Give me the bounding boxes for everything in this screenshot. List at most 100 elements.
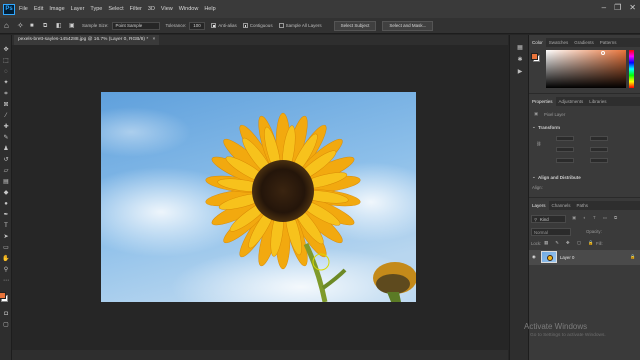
brush-settings-icon[interactable]: ✱: [516, 57, 524, 64]
menu-filter[interactable]: Filter: [130, 6, 142, 12]
frame-icon[interactable]: ⊠: [2, 102, 10, 109]
blend-mode-select[interactable]: Normal: [531, 228, 571, 236]
pen-icon[interactable]: ✒: [2, 212, 10, 219]
color-field[interactable]: [546, 50, 626, 88]
color-picker-handle-icon[interactable]: [601, 51, 605, 55]
document-canvas-image[interactable]: [101, 92, 416, 302]
quick-mask-icon[interactable]: ◘: [2, 311, 10, 318]
screen-mode-icon[interactable]: ▢: [2, 322, 10, 329]
crop-icon[interactable]: ⌗: [2, 91, 10, 98]
contiguous-label: Contiguous: [249, 23, 273, 28]
healing-brush-icon[interactable]: ✚: [2, 124, 10, 131]
visibility-eye-icon[interactable]: ◉: [532, 254, 536, 260]
menu-view[interactable]: View: [161, 6, 173, 12]
close-document-icon[interactable]: ×: [153, 37, 156, 42]
tab-channels[interactable]: Channels: [549, 201, 574, 210]
zoom-icon[interactable]: ⚲: [2, 267, 10, 274]
status-bar: [12, 350, 508, 360]
home-icon[interactable]: ⌂: [4, 21, 12, 30]
blur-icon[interactable]: ◆: [2, 190, 10, 197]
add-to-selection-icon[interactable]: ⧉: [43, 22, 51, 30]
transform-y-field[interactable]: [590, 147, 608, 152]
color-panel-fg-swatch[interactable]: [531, 53, 538, 60]
select-subject-button[interactable]: Select Subject: [333, 20, 377, 31]
transform-flip-field[interactable]: [590, 158, 608, 163]
history-panel-icon[interactable]: ▦: [516, 45, 524, 52]
layers-panel-tabs: Layers Channels Paths: [529, 201, 640, 210]
foreground-color-swatch[interactable]: [0, 292, 6, 299]
hue-slider[interactable]: [629, 50, 634, 88]
menu-help[interactable]: Help: [204, 6, 215, 12]
layer-filter-kind-select[interactable]: ⚲ Kind: [531, 215, 566, 223]
tab-gradients[interactable]: Gradients: [571, 38, 597, 47]
menu-select[interactable]: Select: [108, 6, 123, 12]
actions-panel-icon[interactable]: ▶: [516, 69, 524, 76]
dodge-icon[interactable]: ●: [2, 201, 10, 208]
transform-chevron-icon[interactable]: ⌄: [532, 124, 536, 130]
sample-size-select[interactable]: Point Sample: [111, 21, 160, 30]
link-dimensions-icon[interactable]: ⛓: [536, 141, 541, 147]
history-brush-icon[interactable]: ↺: [2, 157, 10, 164]
menu-type[interactable]: Type: [90, 6, 102, 12]
magic-wand-tool-preset-icon[interactable]: ✧: [17, 21, 25, 30]
magic-wand-icon[interactable]: ✦: [2, 80, 10, 87]
transform-title: Transform: [538, 125, 561, 130]
tab-layers[interactable]: Layers: [529, 201, 549, 210]
menu-bar: Ps File Edit Image Layer Type Select Fil…: [0, 0, 640, 18]
transform-angle-field[interactable]: [556, 158, 574, 163]
tab-swatches[interactable]: Swatches: [546, 38, 572, 47]
transform-x-field[interactable]: [556, 147, 574, 152]
clone-stamp-icon[interactable]: ♟: [2, 146, 10, 153]
path-selection-icon[interactable]: ➤: [2, 234, 10, 241]
move-icon[interactable]: ✥: [2, 47, 10, 54]
layer-row[interactable]: ◉ Layer 0 🔒: [529, 250, 640, 265]
lock-icons[interactable]: ▦ ✎ ✥ ▢ 🔒: [544, 240, 596, 246]
tab-color[interactable]: Color: [529, 38, 546, 47]
sample-size-label: Sample Size:: [82, 23, 109, 28]
color-panel-tabs: Color Swatches Gradients Patterns: [529, 38, 640, 47]
contiguous-checkbox[interactable]: [242, 23, 248, 28]
transform-height-field[interactable]: [590, 136, 608, 141]
eraser-icon[interactable]: ▱: [2, 168, 10, 175]
subtract-from-selection-icon[interactable]: ◧: [56, 22, 64, 30]
menu-edit[interactable]: Edit: [34, 6, 43, 12]
properties-panel-tabs: Properties Adjustments Libraries: [529, 97, 640, 106]
document-tab-title: pexels-brett-sayles-1454288.jpg @ 16.7% …: [18, 37, 149, 42]
brush-icon[interactable]: ✎: [2, 135, 10, 142]
lasso-icon[interactable]: ◌: [2, 69, 10, 76]
more-tools-icon[interactable]: ⋯: [2, 278, 10, 285]
intersect-selection-icon[interactable]: ▣: [69, 22, 77, 30]
sample-all-layers-checkbox[interactable]: [278, 23, 284, 28]
layer-filter-icons[interactable]: ▣ ◐ T ▭ ⧉: [572, 215, 620, 221]
tab-properties[interactable]: Properties: [529, 97, 556, 106]
options-bar: ⌂ ✧ ■ ⧉ ◧ ▣ Sample Size: Point Sample To…: [0, 18, 640, 34]
tab-libraries[interactable]: Libraries: [586, 97, 609, 106]
type-icon[interactable]: T: [2, 223, 10, 230]
align-chevron-icon[interactable]: ⌄: [532, 174, 536, 180]
marquee-icon[interactable]: ⬚: [2, 58, 10, 65]
photoshop-logo-icon[interactable]: Ps: [3, 3, 15, 15]
select-and-mask-button[interactable]: Select and Mask...: [382, 20, 434, 31]
hand-icon[interactable]: ✋: [2, 256, 10, 263]
maximize-icon[interactable]: ❐: [614, 3, 621, 12]
menu-image[interactable]: Image: [49, 6, 64, 12]
eyedropper-icon[interactable]: ⁄: [2, 113, 10, 120]
menu-file[interactable]: File: [19, 6, 28, 12]
tab-adjustments[interactable]: Adjustments: [556, 97, 587, 106]
gradient-icon[interactable]: ▤: [2, 179, 10, 186]
tab-paths[interactable]: Paths: [574, 201, 592, 210]
tab-patterns[interactable]: Patterns: [597, 38, 620, 47]
minimize-icon[interactable]: –: [602, 3, 606, 12]
menu-layer[interactable]: Layer: [71, 6, 85, 12]
menu-window[interactable]: Window: [179, 6, 199, 12]
transform-width-field[interactable]: [556, 136, 574, 141]
close-icon[interactable]: ✕: [629, 3, 636, 12]
sample-all-layers-label: Sample All Layers: [285, 23, 322, 28]
document-tab[interactable]: pexels-brett-sayles-1454288.jpg @ 16.7% …: [14, 35, 160, 45]
sunflower-photo: [101, 92, 416, 302]
new-selection-icon[interactable]: ■: [30, 22, 38, 30]
tolerance-input[interactable]: 100: [189, 21, 206, 30]
anti-alias-checkbox[interactable]: [211, 23, 217, 28]
menu-3d[interactable]: 3D: [148, 6, 155, 12]
rectangle-icon[interactable]: ▭: [2, 245, 10, 252]
